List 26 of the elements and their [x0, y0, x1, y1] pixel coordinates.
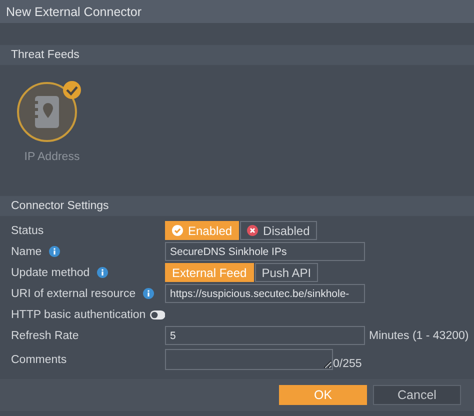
toggle-switch[interactable]	[150, 310, 165, 320]
range-hint: Minutes (1 - 43200)	[369, 330, 469, 342]
field-label: Update method	[11, 266, 90, 278]
check-icon	[172, 225, 183, 236]
field-label: Status	[11, 224, 44, 236]
feed-label: IP Address	[24, 151, 80, 163]
section-header: Connector Settings	[0, 196, 474, 216]
info-icon[interactable]	[142, 288, 154, 299]
info-icon[interactable]	[48, 246, 60, 257]
text-field[interactable]: https://suspicious.secutec.be/sinkhole-	[165, 284, 365, 303]
info-icon[interactable]	[96, 267, 108, 278]
window-title: New External Connector	[0, 0, 474, 23]
segment-button[interactable]: Disabled	[240, 221, 317, 240]
field-label: URI of external resource	[11, 288, 136, 300]
segment-button[interactable]: Push API	[254, 263, 318, 282]
cancel-button[interactable]: Cancel	[373, 385, 461, 405]
text-field[interactable]: SecureDNS Sinkhole IPs	[165, 242, 365, 261]
field-label: Comments	[11, 354, 67, 366]
section-header: Threat Feeds	[0, 45, 474, 65]
field-label: Name	[11, 246, 42, 258]
comments-field[interactable]	[165, 349, 333, 370]
char-counter: 0/255	[333, 358, 362, 370]
text-field[interactable]: 5	[165, 326, 365, 345]
close-icon	[247, 225, 258, 236]
field-label: HTTP basic authentication	[11, 308, 146, 320]
field-label: Refresh Rate	[11, 330, 79, 342]
